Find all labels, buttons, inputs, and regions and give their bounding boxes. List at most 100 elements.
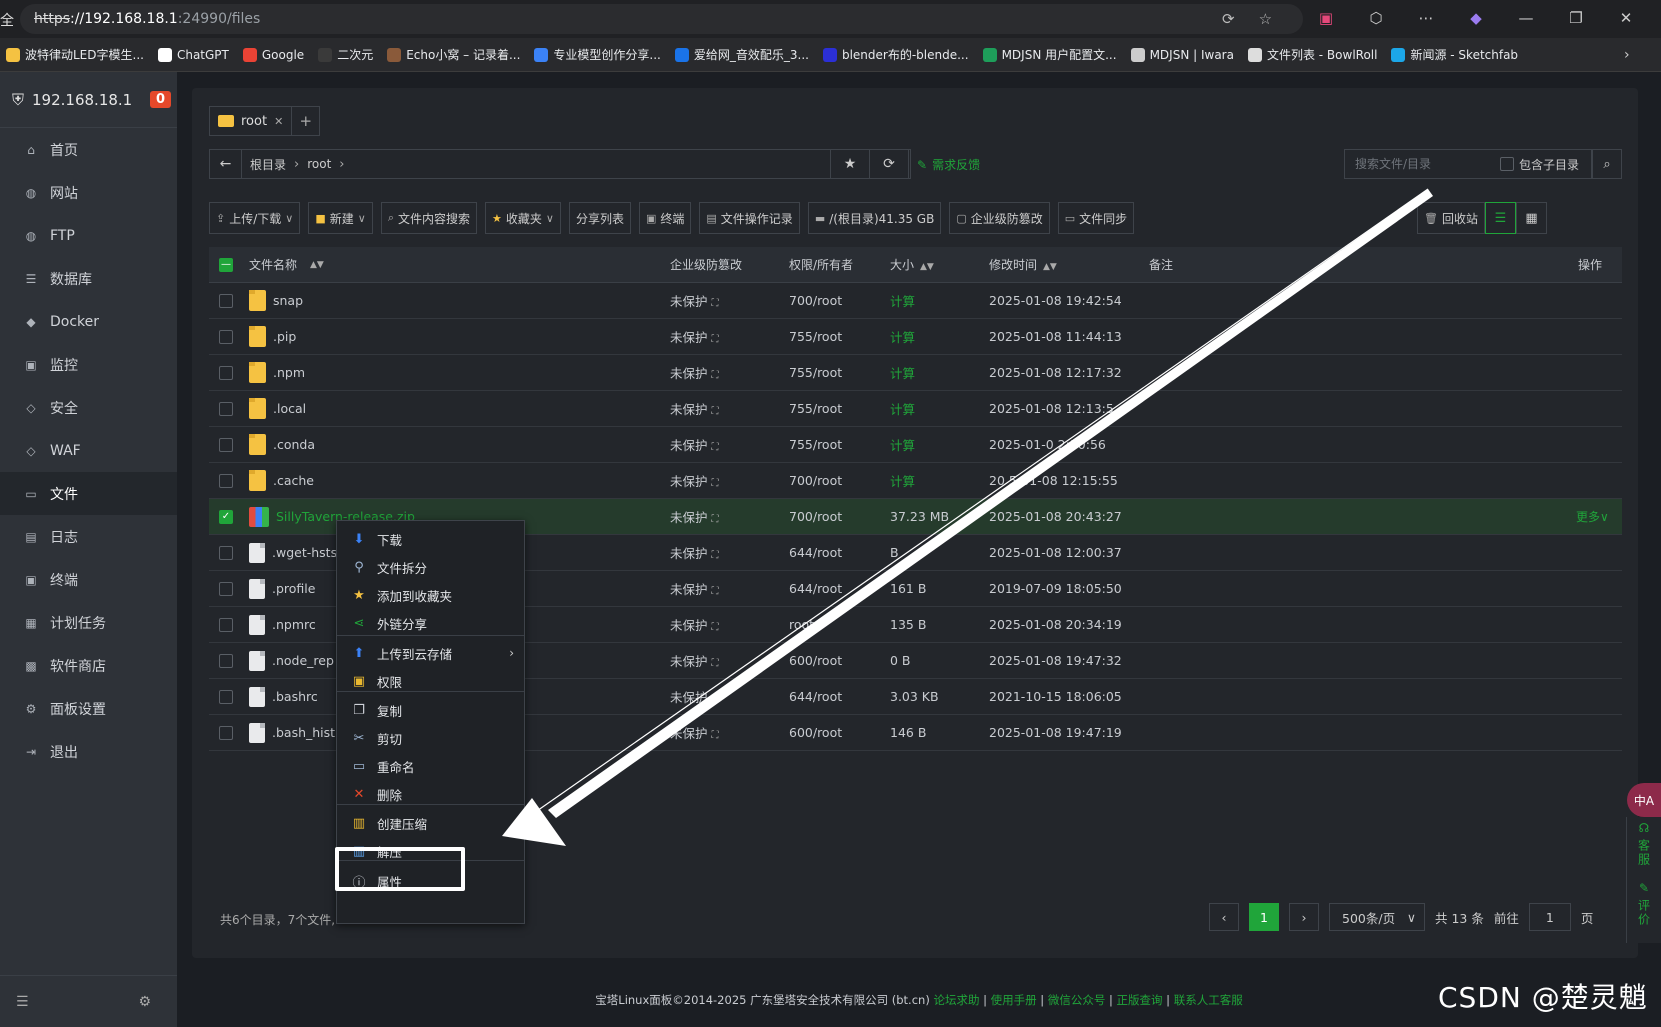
file-name[interactable]: .npmrc (272, 617, 316, 632)
file-name-cell[interactable]: .node_rep (249, 650, 334, 671)
context-menu-item[interactable]: ★ 添加到收藏夹 (337, 581, 524, 609)
permission-owner[interactable]: 644/root (789, 581, 842, 596)
file-name[interactable]: .npm (273, 365, 305, 380)
permission-owner[interactable]: 755/root (789, 401, 842, 416)
refresh-button[interactable]: ⟳ (869, 149, 909, 179)
breadcrumb-dir[interactable]: root (299, 157, 339, 171)
file-name-cell[interactable]: .npmrc (249, 614, 316, 635)
row-checkbox[interactable] (219, 293, 233, 308)
sidebar-item-docker[interactable]: ◆ Docker (0, 300, 177, 343)
sidebar-item-cron[interactable]: ▦ 计划任务 (0, 601, 177, 644)
file-name[interactable]: snap (273, 293, 303, 308)
file-name[interactable]: .conda (273, 437, 315, 452)
bookmark-item[interactable]: ChatGPT (157, 47, 229, 62)
footer-link[interactable]: 正版查询 (1117, 993, 1163, 1007)
protect-status[interactable]: 未保护 ⛶ (670, 471, 719, 490)
permission-owner[interactable]: 700/root (789, 509, 842, 524)
close-tab-icon[interactable]: ✕ (274, 115, 283, 128)
new-button[interactable]: ■ 新建 ∨ (308, 202, 373, 234)
review-button[interactable]: 评价 (1636, 899, 1653, 927)
select-all-checkbox[interactable]: — (219, 257, 233, 272)
file-name[interactable]: .bash_hist (272, 725, 335, 740)
bookmark-item[interactable]: 新闻源 - Sketchfab (1391, 46, 1518, 63)
protect-status[interactable]: 未保护 ⛶ (670, 363, 719, 382)
file-name-cell[interactable]: .bashrc (249, 686, 318, 707)
table-row[interactable]: .local 未保护 ⛶ 755/root 计算 2025-01-08 12:13:5 (209, 391, 1622, 427)
recycle-bin-button[interactable]: 🗑 回收站 (1417, 202, 1485, 234)
footer-link[interactable]: 论坛求助 (933, 993, 979, 1007)
context-menu-item[interactable]: ✂ 剪切 (337, 724, 524, 752)
sidebar-item-database[interactable]: ☰ 数据库 (0, 257, 177, 300)
extensions-icon[interactable]: ⬡ (1366, 9, 1386, 27)
tab-root[interactable]: root ✕ (209, 106, 293, 136)
context-menu-item[interactable]: ▭ 重命名 (337, 752, 524, 780)
tamper-protect-button[interactable]: ▢ 企业级防篡改 (949, 202, 1050, 234)
file-sync-button[interactable]: ▭ 文件同步 (1057, 202, 1135, 234)
sidebar-item-files[interactable]: ▭ 文件 (0, 472, 177, 515)
per-page-select[interactable]: 500条/页 ∨ (1329, 903, 1425, 931)
row-checkbox[interactable] (219, 401, 233, 416)
share-list-button[interactable]: 分享列表 (568, 202, 631, 234)
sidebar-item-settings[interactable]: ⚙ 面板设置 (0, 687, 177, 730)
row-checkbox[interactable]: ✓ (219, 509, 233, 524)
row-checkbox[interactable] (219, 365, 233, 380)
file-size[interactable]: 计算 (890, 399, 915, 418)
sidebar-item-terminal[interactable]: ▣ 终端 (0, 558, 177, 601)
row-checkbox[interactable] (219, 329, 233, 344)
table-row[interactable]: .cache 未保护 ⛶ 700/root 计算 20 5-01-08 12:15:55 (209, 463, 1622, 499)
protect-status[interactable]: 未保护 ⛶ (670, 507, 719, 526)
footer-link[interactable]: 使用手册 (991, 993, 1037, 1007)
bookmark-item[interactable]: blender布的-blende... (822, 46, 969, 63)
more-actions-button[interactable]: 更多∨ (1576, 508, 1609, 525)
file-name[interactable]: .local (273, 401, 306, 416)
upload-download-button[interactable]: ⇪ 上传/下载 ∨ (209, 202, 301, 234)
row-checkbox[interactable] (219, 545, 233, 560)
footer-link[interactable]: 联系人工客服 (1174, 993, 1243, 1007)
row-checkbox[interactable] (219, 725, 233, 740)
minimize-icon[interactable]: — (1516, 9, 1536, 27)
table-row[interactable]: .conda 未保护 ⛶ 755/root 计算 2025-01-0 2:30:56 (209, 427, 1622, 463)
context-menu-item[interactable]: ⬆ 上传到云存储 › (337, 639, 524, 667)
permission-owner[interactable]: 700/root (789, 293, 842, 308)
translate-extension-icon[interactable]: ▣ (1316, 9, 1336, 27)
row-checkbox[interactable] (219, 689, 233, 704)
permission-owner[interactable]: 755/root (789, 365, 842, 380)
permission-owner[interactable]: 600/root (789, 653, 842, 668)
permission-owner[interactable]: 644/root (789, 545, 842, 560)
file-name-cell[interactable]: .bash_hist (249, 722, 335, 743)
search-button[interactable]: ⌕ (1592, 149, 1622, 179)
close-window-icon[interactable]: ✕ (1616, 9, 1636, 27)
favorite-path-button[interactable]: ★ (830, 149, 870, 179)
list-view-button[interactable]: ☰ (1485, 202, 1516, 234)
operation-log-button[interactable]: ▤ 文件操作记录 (699, 202, 800, 234)
bookmark-item[interactable]: 专业模型创作分享... (534, 46, 661, 63)
file-name[interactable]: .wget-hsts (272, 545, 337, 560)
copilot-icon[interactable]: ◆ (1466, 9, 1486, 27)
header-time[interactable]: 修改时间 ▲▼ (989, 256, 1057, 273)
feedback-link[interactable]: ✎ 需求反馈 (917, 156, 980, 173)
table-row[interactable]: .npm 未保护 ⛶ 755/root 计算 2025-01-08 12:17:32 (209, 355, 1622, 391)
favorite-star-icon[interactable]: ☆ (1259, 10, 1272, 28)
sidebar-item-store[interactable]: ▩ 软件商店 (0, 644, 177, 687)
sidebar-item-home[interactable]: ⌂ 首页 (0, 128, 177, 171)
sidebar-item-ftp[interactable]: ◍ FTP (0, 214, 177, 257)
disk-button[interactable]: ▬/(根目录)41.35 GB (807, 202, 942, 234)
header-size[interactable]: 大小 ▲▼ (890, 256, 934, 273)
file-name-cell[interactable]: .pip (249, 326, 296, 347)
bookmark-item[interactable]: 爱给网_音效配乐_3... (674, 46, 809, 63)
file-name[interactable]: .bashrc (272, 689, 318, 704)
file-name-cell[interactable]: .profile (249, 578, 315, 599)
header-name[interactable]: 文件名称 ▲▼ (249, 256, 324, 273)
file-size[interactable]: 计算 (890, 363, 915, 382)
back-button[interactable]: ← (210, 150, 242, 178)
file-name-cell[interactable]: .cache (249, 470, 314, 491)
protect-status[interactable]: 未保护 ⛶ (670, 291, 719, 310)
bookmark-item[interactable]: MDJSN 用户配置文... (982, 46, 1117, 63)
bookmark-item[interactable]: 二次元 (318, 46, 373, 63)
search-input[interactable] (1355, 157, 1495, 171)
address-bar[interactable]: https://192.168.18.1:24990/files (20, 4, 1303, 34)
permission-owner[interactable]: 755/root (789, 329, 842, 344)
refresh-page-icon[interactable]: ⟳ (1222, 10, 1235, 28)
add-tab-button[interactable]: + (292, 106, 321, 136)
file-name[interactable]: .cache (273, 473, 314, 488)
